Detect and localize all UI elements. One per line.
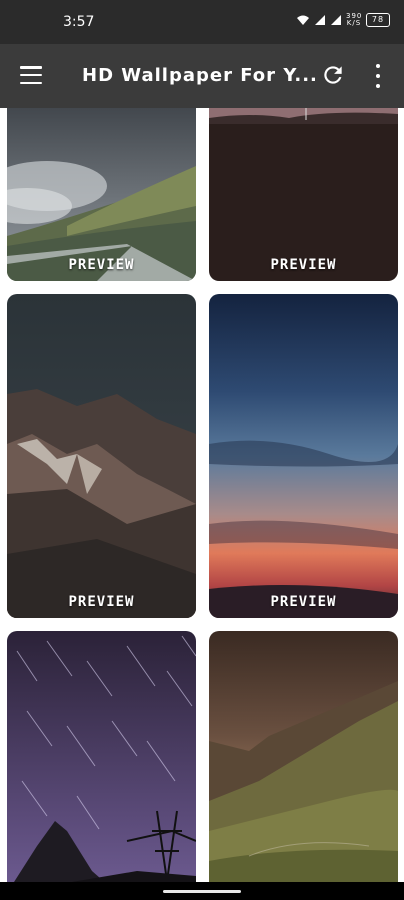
status-time: 3:57 xyxy=(63,14,95,30)
status-icons: 390 K/S 78 xyxy=(296,13,390,27)
wallpaper-grid: PREVIEW PREVIEW PREVIEW PREVIEW xyxy=(0,108,404,882)
app-title: HD Wallpaper For Y... xyxy=(82,65,318,86)
battery-icon: 78 xyxy=(366,13,390,27)
wallpaper-card[interactable]: PREVIEW xyxy=(209,294,398,618)
wallpaper-card[interactable]: PREVIEW xyxy=(209,108,398,281)
preview-label[interactable]: PREVIEW xyxy=(209,257,398,273)
preview-label[interactable]: PREVIEW xyxy=(7,594,196,610)
app-bar: HD Wallpaper For Y... xyxy=(0,44,404,108)
navigation-bar xyxy=(0,882,404,900)
hamburger-menu-icon[interactable] xyxy=(20,66,42,84)
preview-label[interactable]: PREVIEW xyxy=(209,594,398,610)
wallpaper-card[interactable] xyxy=(209,631,398,882)
status-bar: 3:57 390 K/S 78 xyxy=(0,0,404,44)
wallpaper-card[interactable]: PREVIEW xyxy=(7,294,196,618)
more-vert-icon[interactable] xyxy=(372,64,384,88)
wallpaper-card[interactable]: PREVIEW xyxy=(7,108,196,281)
wifi-icon xyxy=(297,15,309,25)
preview-label[interactable]: PREVIEW xyxy=(7,257,196,273)
wallpaper-card[interactable] xyxy=(7,631,196,882)
signal-icon xyxy=(315,15,325,25)
home-indicator[interactable] xyxy=(163,890,241,893)
signal-icon xyxy=(331,15,341,25)
refresh-icon[interactable] xyxy=(320,62,346,88)
data-rate: 390 K/S xyxy=(346,12,363,27)
